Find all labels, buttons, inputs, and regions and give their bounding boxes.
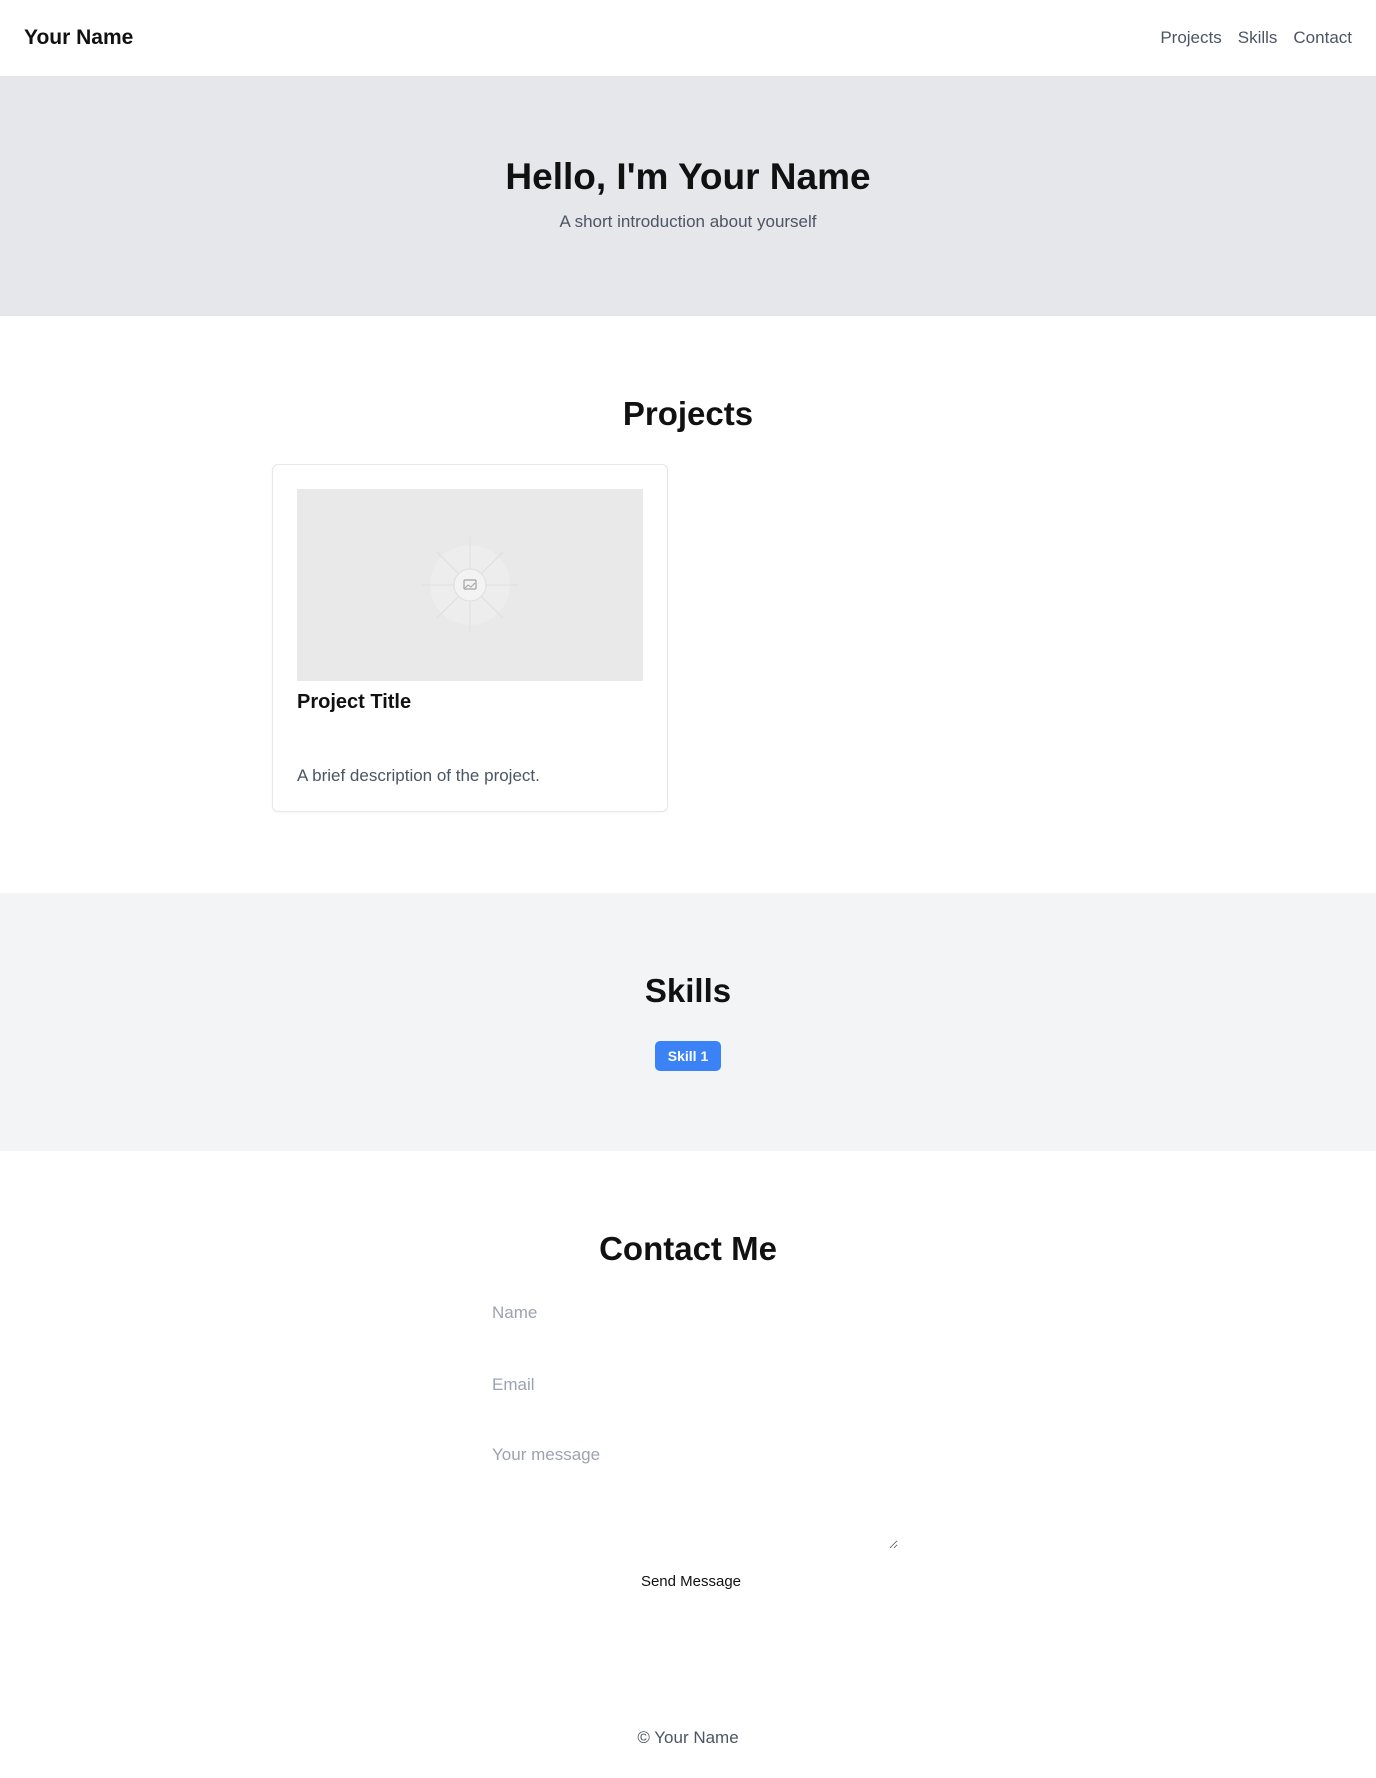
nav-link-projects[interactable]: Projects xyxy=(1160,28,1221,48)
skills-list: Skill 1 xyxy=(0,1041,1376,1071)
contact-section: Contact Me Send Message xyxy=(0,1151,1376,1691)
image-placeholder-icon xyxy=(297,489,643,681)
nav-links: Projects Skills Contact xyxy=(1160,28,1352,48)
email-input[interactable] xyxy=(484,1361,898,1409)
hero-title: Hello, I'm Your Name xyxy=(505,156,871,197)
hero-subtitle: A short introduction about yourself xyxy=(559,212,817,231)
footer: © Your Name xyxy=(0,1691,1376,1778)
footer-copyright: © Your Name xyxy=(637,1727,739,1747)
project-image xyxy=(297,489,643,681)
brand-name[interactable]: Your Name xyxy=(24,26,133,50)
projects-heading: Projects xyxy=(622,395,754,432)
hero-section: Hello, I'm Your Name A short introductio… xyxy=(0,76,1376,316)
nav-link-skills[interactable]: Skills xyxy=(1238,28,1278,48)
contact-heading: Contact Me xyxy=(599,1230,777,1267)
skills-heading: Skills xyxy=(644,972,732,1009)
name-input[interactable] xyxy=(484,1289,898,1337)
skills-section: Skills Skill 1 xyxy=(0,893,1376,1151)
project-card[interactable]: Project Title A brief description of the… xyxy=(272,464,668,812)
project-title: Project Title xyxy=(297,691,412,713)
send-message-button[interactable]: Send Message xyxy=(633,1567,749,1596)
message-textarea[interactable] xyxy=(484,1433,898,1549)
navbar: Your Name Projects Skills Contact xyxy=(0,0,1376,76)
nav-link-contact[interactable]: Contact xyxy=(1293,28,1352,48)
project-description: A brief description of the project. xyxy=(297,766,540,785)
contact-form: Send Message xyxy=(484,1289,898,1596)
skill-badge: Skill 1 xyxy=(654,1041,722,1071)
projects-section: Projects Project Title A brief descripti… xyxy=(0,316,1376,893)
